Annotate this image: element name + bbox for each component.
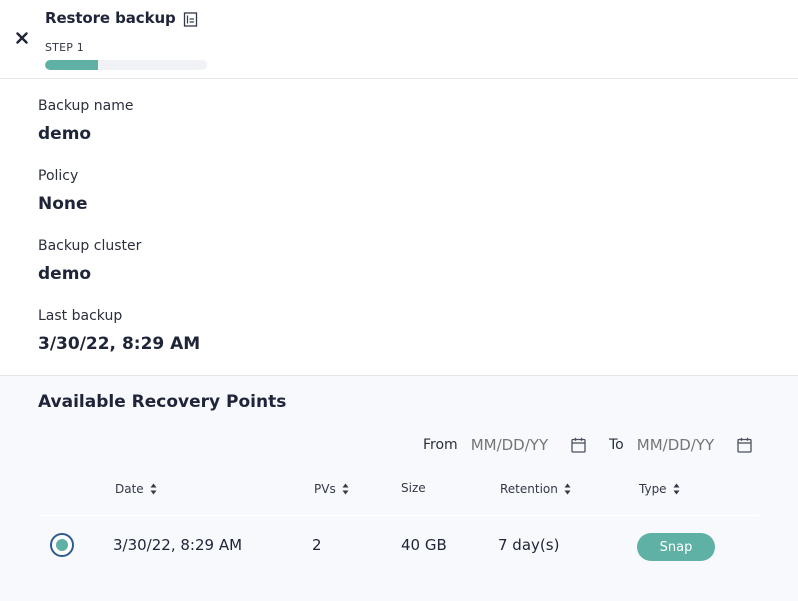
sort-icon bbox=[150, 483, 157, 495]
header: Restore backup STEP 1 bbox=[0, 0, 798, 79]
type-badge: Snap bbox=[637, 533, 715, 561]
column-header-label: Size bbox=[401, 481, 426, 495]
to-label: To bbox=[609, 437, 624, 453]
radio-selected-dot bbox=[56, 539, 68, 551]
row-pvs: 2 bbox=[312, 536, 322, 554]
column-header-date[interactable]: Date bbox=[115, 482, 157, 496]
from-label: From bbox=[423, 437, 458, 453]
policy-label: Policy bbox=[38, 168, 79, 184]
backup-cluster-label: Backup cluster bbox=[38, 238, 142, 254]
step-label: STEP 1 bbox=[45, 41, 84, 54]
calendar-icon[interactable] bbox=[571, 437, 586, 453]
column-header-label: PVs bbox=[314, 482, 336, 496]
close-icon bbox=[16, 32, 28, 44]
last-backup-value: 3/30/22, 8:29 AM bbox=[38, 334, 201, 354]
row-date: 3/30/22, 8:29 AM bbox=[113, 536, 243, 554]
recovery-points-section: Available Recovery Points From To Date P… bbox=[0, 375, 798, 601]
step-progress-fill bbox=[45, 60, 99, 70]
to-date-input[interactable] bbox=[636, 436, 731, 454]
column-header-retention[interactable]: Retention bbox=[500, 482, 571, 496]
column-header-type[interactable]: Type bbox=[639, 482, 680, 496]
sort-icon bbox=[564, 483, 571, 495]
close-button[interactable] bbox=[12, 27, 32, 49]
row-size: 40 GB bbox=[401, 536, 447, 554]
calendar-icon[interactable] bbox=[737, 437, 752, 453]
sort-icon bbox=[673, 483, 680, 495]
backup-name-value: demo bbox=[38, 124, 92, 144]
to-date-filter: To bbox=[609, 436, 752, 454]
last-backup-label: Last backup bbox=[38, 308, 123, 324]
sort-icon bbox=[342, 483, 349, 495]
policy-value: None bbox=[38, 194, 88, 214]
document-icon[interactable] bbox=[183, 12, 198, 27]
column-header-size: Size bbox=[401, 481, 426, 495]
page-title: Restore backup bbox=[45, 9, 176, 27]
backup-name-label: Backup name bbox=[38, 98, 134, 114]
from-date-filter: From bbox=[423, 436, 586, 454]
recovery-points-title: Available Recovery Points bbox=[38, 392, 287, 412]
backup-cluster-value: demo bbox=[38, 264, 92, 284]
column-header-label: Date bbox=[115, 482, 144, 496]
recovery-point-radio[interactable] bbox=[50, 533, 74, 557]
step-progress-bar bbox=[45, 60, 207, 70]
column-header-pvs[interactable]: PVs bbox=[314, 482, 349, 496]
column-header-label: Type bbox=[639, 482, 667, 496]
table-header-divider bbox=[40, 515, 758, 516]
row-retention: 7 day(s) bbox=[498, 536, 560, 554]
from-date-input[interactable] bbox=[470, 436, 565, 454]
column-header-label: Retention bbox=[500, 482, 558, 496]
